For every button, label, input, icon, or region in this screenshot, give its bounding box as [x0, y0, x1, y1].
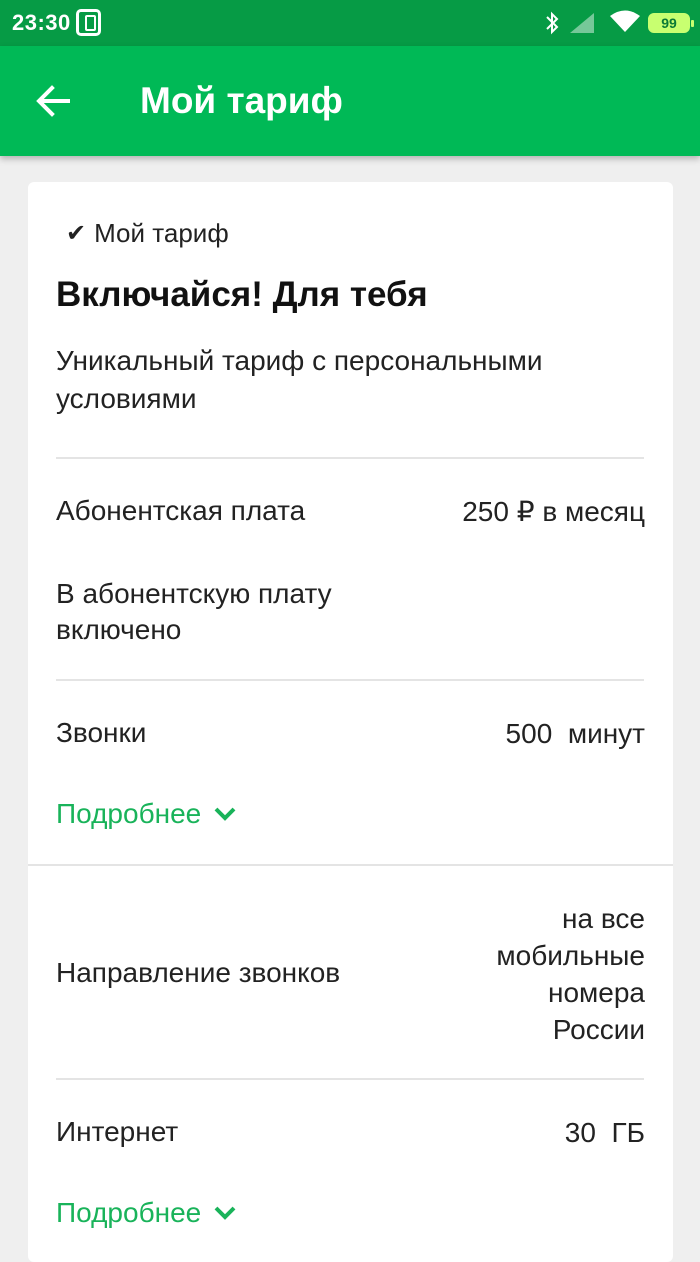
calls-more-label: Подробнее — [56, 798, 202, 829]
divider — [56, 457, 644, 459]
status-icons: 99 — [510, 10, 694, 36]
internet-value: 30 ГБ — [564, 1117, 645, 1148]
calls-label: Звонки — [56, 717, 147, 748]
calls-more-link[interactable]: Подробнее — [56, 798, 237, 830]
badge-label: Мой тариф — [94, 218, 229, 248]
internet-more-label: Подробнее — [56, 1197, 202, 1228]
signal-icon — [570, 13, 594, 33]
divider — [28, 864, 673, 866]
direction-line: России — [552, 1014, 645, 1045]
checkmark-icon: ✔ — [66, 220, 87, 247]
back-arrow-icon[interactable] — [28, 76, 78, 126]
chevron-down-icon — [214, 1206, 236, 1220]
direction-line: мобильные — [496, 940, 645, 971]
wifi-icon — [610, 10, 640, 32]
my-tariff-badge: ✔ Мой тариф — [66, 218, 229, 249]
tariff-description: Уникальный тариф с персональными условия… — [56, 345, 543, 414]
direction-value: на все мобильные номера России — [496, 900, 645, 1048]
page-title: Мой тариф — [140, 80, 343, 121]
tariff-card: ✔ Мой тариф Включайся! Для тебя Уникальн… — [28, 182, 673, 1262]
chevron-down-icon — [214, 807, 236, 821]
divider — [56, 679, 644, 681]
internet-label: Интернет — [56, 1116, 179, 1147]
bluetooth-icon — [546, 11, 559, 35]
direction-label: Направление звонков — [56, 957, 341, 988]
divider — [56, 1078, 644, 1080]
direction-line: на все — [562, 903, 645, 934]
included-label: В абонентскую плату включено — [56, 578, 332, 645]
app-bar: Мой тариф — [0, 46, 700, 156]
battery-icon: 99 — [648, 13, 694, 33]
fee-label: Абонентская плата — [56, 495, 306, 526]
internet-more-link[interactable]: Подробнее — [56, 1197, 237, 1229]
direction-line: номера — [547, 977, 645, 1008]
status-bar: 23:30 99 — [0, 0, 700, 46]
fee-value: 250 ₽ в месяц — [462, 496, 645, 527]
tariff-name: Включайся! Для тебя — [56, 275, 428, 314]
calls-value: 500 минут — [505, 718, 645, 749]
status-time: 23:30 — [12, 10, 71, 35]
app-notification-icon — [76, 9, 101, 36]
